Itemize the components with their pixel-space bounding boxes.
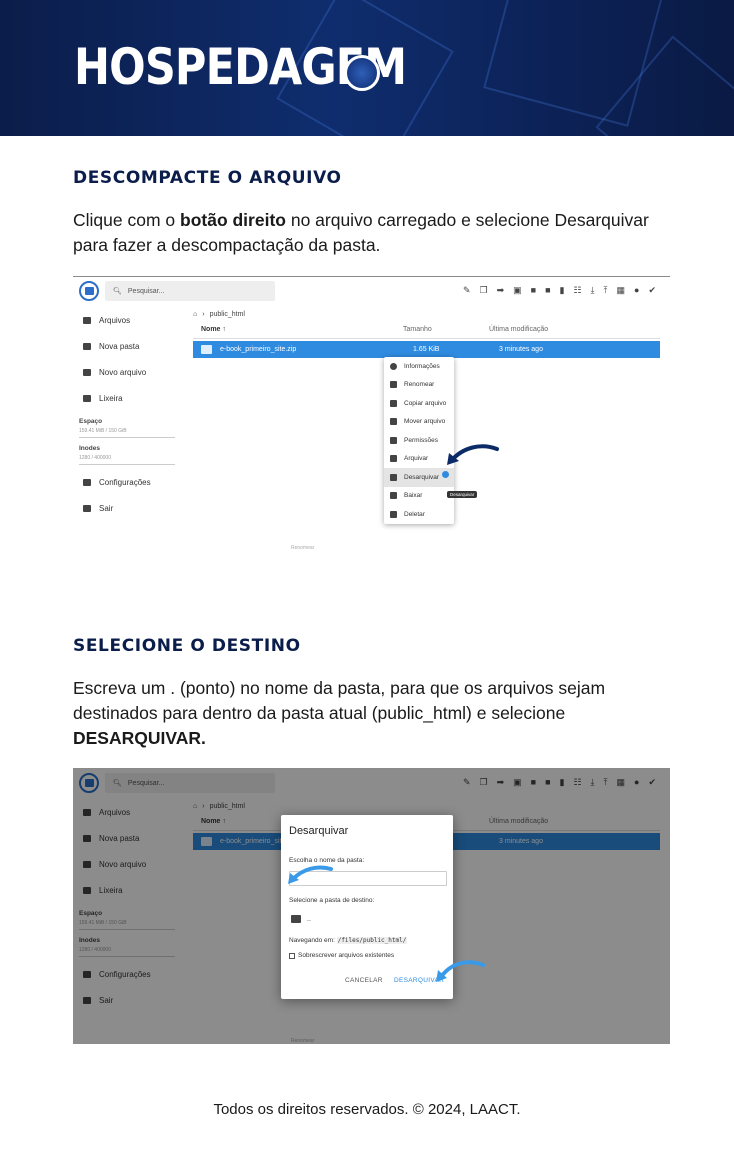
inodes-bar: [79, 464, 175, 465]
section-heading-destino: SELECIONE O DESTINO: [73, 636, 301, 656]
pointer-arrow-icon: [447, 444, 499, 465]
checkbox-icon: [289, 952, 295, 959]
move-icon[interactable]: ➡: [497, 285, 505, 296]
breadcrumb: ⌂ › public_html: [193, 310, 245, 318]
folder-icon: [291, 915, 301, 923]
lock-icon[interactable]: ▣: [513, 285, 522, 296]
sidebar: Arquivos Nova pasta Novo arquivo Lixeira…: [73, 307, 183, 551]
copy-icon: [390, 399, 397, 407]
home-icon[interactable]: ⌂: [193, 311, 197, 318]
folder-icon: [83, 316, 91, 324]
inodes-label: Inodes: [79, 445, 100, 452]
screenshot-unarchive-dialog: 🔍︎ Pesquisar... ✎ ❐ ➡ ▣ ■ ■ ▮ ☷ ⤓ ⤒ ▦ ● ✔ Arquivos No…: [73, 768, 670, 1044]
trash-icon: [83, 394, 91, 402]
pointer-arrow-icon: [288, 865, 333, 884]
table-header: Nome ↑ Tamanho Última modificação: [193, 321, 660, 339]
check-icon[interactable]: ✔: [648, 285, 656, 296]
context-menu: Informações Renomear Copiar arquivo Move…: [384, 357, 454, 524]
pointer-arrow-icon: [436, 960, 485, 982]
search-input[interactable]: 🔍︎ Pesquisar...: [105, 281, 275, 301]
overwrite-checkbox[interactable]: Sobrescrever arquivos existentes: [289, 952, 394, 959]
sidebar-item-arquivos[interactable]: Arquivos: [73, 307, 183, 333]
menu-item-permissoes[interactable]: Permissões: [384, 431, 454, 450]
archive-icon: [390, 455, 397, 463]
move-icon: [390, 418, 397, 426]
sidebar-item-lixeira[interactable]: Lixeira: [73, 385, 183, 411]
logo-icon: [79, 281, 99, 301]
new-file-icon: [83, 368, 91, 376]
new-folder-icon: [83, 342, 91, 350]
settings-icon: [83, 478, 91, 486]
rename-icon: [390, 381, 397, 389]
info-icon[interactable]: ●: [634, 285, 639, 296]
download-icon: [390, 492, 397, 500]
delete-icon[interactable]: ▮: [560, 285, 565, 296]
menu-item-baixar[interactable]: Baixar: [384, 487, 454, 506]
table-row[interactable]: e-book_primeiro_site.zip 1.65 KiB 3 minute…: [193, 341, 660, 358]
menu-item-arquivar[interactable]: Arquivar: [384, 450, 454, 469]
menu-item-copiar[interactable]: Copiar arquivo: [384, 394, 454, 413]
step1-paragraph: Clique com o botão direito no arquivo ca…: [73, 210, 649, 255]
edit-icon[interactable]: ✎: [463, 285, 471, 296]
grid-icon[interactable]: ☷: [573, 285, 581, 296]
download-icon[interactable]: ⤓: [591, 285, 595, 296]
folder-name-label: Escolha o nome da pasta:: [289, 857, 365, 864]
lock-icon: [390, 436, 397, 444]
cancel-button[interactable]: CANCELAR: [345, 977, 383, 984]
chart-icon[interactable]: ▦: [617, 285, 626, 296]
footer-copyright: Todos os direitos reservados. © 2024, LA…: [213, 1101, 521, 1118]
sidebar-item-configuracoes[interactable]: Configurações: [73, 469, 183, 495]
menu-item-informacoes[interactable]: Informações: [384, 357, 454, 376]
dialog-title: Desarquivar: [289, 825, 349, 837]
screenshot-context-menu: 🔍︎ Pesquisar... ✎ ❐ ➡ ▣ ■ ■ ▮ ☷ ⤓ ⤒ ▦ ● ✔ Arquivos No…: [73, 276, 670, 551]
copy-icon[interactable]: ❐: [479, 285, 487, 296]
menu-item-renomear[interactable]: Renomear: [384, 376, 454, 395]
header-banner: HOSPEDAGEM: [0, 0, 734, 136]
toolbar-icons: ✎ ❐ ➡ ▣ ■ ■ ▮ ☷ ⤓ ⤒ ▦ ● ✔: [463, 285, 656, 296]
sidebar-item-novo-arquivo[interactable]: Novo arquivo: [73, 359, 183, 385]
menu-item-deletar[interactable]: Deletar: [384, 505, 454, 524]
step2-paragraph: Escreva um . (ponto) no nome da pasta, p…: [73, 678, 606, 748]
search-icon: 🔍︎: [113, 288, 122, 295]
archive-icon[interactable]: ■: [531, 285, 536, 296]
inodes-value: 1280 / 400000: [79, 455, 111, 461]
space-value: 159.41 MiB / 150 GiB: [79, 428, 127, 434]
trash-icon: [390, 510, 397, 518]
destination-label: Selecione a pasta de destino:: [289, 897, 375, 904]
tooltip: Desarquivar: [447, 491, 478, 498]
browse-path: Navegando em: /files/public_html/: [289, 937, 408, 944]
sidebar-item-nova-pasta[interactable]: Nova pasta: [73, 333, 183, 359]
folder-list-item[interactable]: ..: [291, 915, 311, 923]
upload-icon[interactable]: ⤒: [604, 285, 608, 296]
info-icon: [390, 362, 397, 370]
menu-item-mover[interactable]: Mover arquivo: [384, 413, 454, 432]
unarchive-icon: [390, 473, 397, 481]
toolbar: 🔍︎ Pesquisar... ✎ ❐ ➡ ▣ ■ ■ ▮ ☷ ⤓ ⤒ ▦ ● ✔: [73, 277, 670, 305]
space-label: Espaço: [79, 418, 103, 425]
unarchive-icon[interactable]: ■: [545, 285, 550, 296]
section-heading-descompacte: DESCOMPACTE O ARQUIVO: [73, 168, 342, 188]
sidebar-item-sair[interactable]: Sair: [73, 495, 183, 521]
cursor-indicator-icon: [442, 471, 449, 478]
logout-icon: [83, 504, 91, 512]
globe-emblem-icon: [344, 55, 380, 91]
unarchive-dialog: Desarquivar Escolha o nome da pasta: . S…: [281, 815, 453, 999]
zip-file-icon: [201, 345, 212, 354]
bottom-strip-label: Renomear: [291, 545, 315, 551]
